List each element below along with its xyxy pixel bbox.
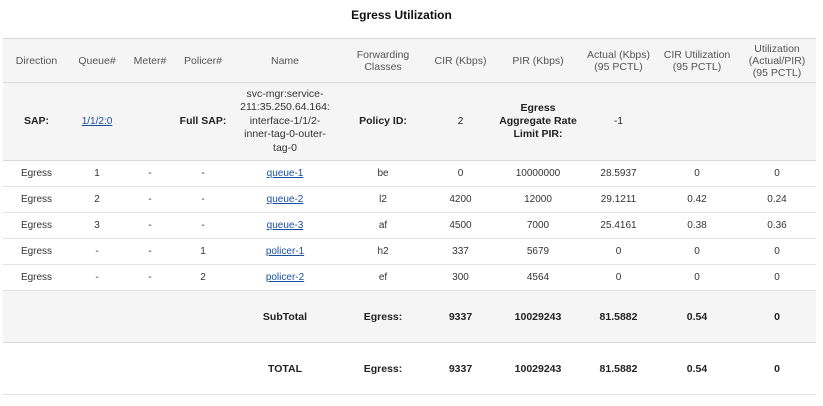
- total-actual: 81.5882: [581, 342, 656, 395]
- cell-pir: 4564: [495, 264, 581, 291]
- cell-util: 0.36: [738, 212, 816, 239]
- cell-queue: -: [70, 238, 124, 265]
- table-row: Egress 1 - - queue-1 be 0 10000000 28.59…: [3, 160, 816, 187]
- cell-queue: 3: [70, 212, 124, 239]
- cell-direction: Egress: [3, 160, 70, 187]
- cell-cir-util: 0.38: [656, 212, 738, 239]
- cell-cir: 4200: [426, 186, 495, 213]
- subtotal-label: SubTotal: [230, 290, 340, 343]
- cell-meter: -: [124, 186, 176, 213]
- cell-direction: Egress: [3, 238, 70, 265]
- sap-link[interactable]: 1/1/2:0: [82, 116, 113, 127]
- cell-cir: 300: [426, 264, 495, 291]
- sap-row: SAP: 1/1/2:0 Full SAP: svc-mgr:service- 2…: [3, 82, 816, 161]
- subtotal-cir-util: 0.54: [656, 290, 738, 343]
- subtotal-pir: 10029243: [495, 290, 581, 343]
- cell-policer: -: [176, 160, 230, 187]
- cell-cir: 0: [426, 160, 495, 187]
- header-queue: Queue#: [70, 38, 124, 83]
- cell-direction: Egress: [3, 186, 70, 213]
- header-cir-utilization: CIR Utilization (95 PCTL): [656, 38, 738, 83]
- cell-pir: 12000: [495, 186, 581, 213]
- cell-actual: 0: [581, 264, 656, 291]
- header-policer: Policer#: [176, 38, 230, 83]
- total-cir-util: 0.54: [656, 342, 738, 395]
- cell-actual: 0: [581, 238, 656, 265]
- subtotal-row: SubTotal Egress: 9337 10029243 81.5882 0…: [3, 290, 816, 343]
- policy-id-label: Policy ID:: [340, 82, 426, 161]
- header-utilization: Utilization (Actual/PIR) (95 PCTL): [738, 38, 816, 83]
- cell-actual: 29.1211: [581, 186, 656, 213]
- cell-queue: 2: [70, 186, 124, 213]
- total-cir: 9337: [426, 342, 495, 395]
- cell-policer: -: [176, 212, 230, 239]
- cell-direction: Egress: [3, 212, 70, 239]
- queue-3-link[interactable]: queue-3: [267, 220, 304, 231]
- cell-util: 0.24: [738, 186, 816, 213]
- cell-policer: 1: [176, 238, 230, 265]
- cell-util: 0: [738, 264, 816, 291]
- total-label: TOTAL: [230, 342, 340, 395]
- cell-cir-util: 0.42: [656, 186, 738, 213]
- cell-cir-util: 0: [656, 160, 738, 187]
- table-row: Egress - - 2 policer-2 ef 300 4564 0 0 0: [3, 264, 816, 291]
- total-row: TOTAL Egress: 9337 10029243 81.5882 0.54…: [3, 342, 816, 395]
- table-header-row: Direction Queue# Meter# Policer# Name Fo…: [3, 38, 816, 83]
- egress-utilization-table: Direction Queue# Meter# Policer# Name Fo…: [3, 38, 816, 395]
- cell-meter: -: [124, 264, 176, 291]
- policer-1-link[interactable]: policer-1: [266, 246, 304, 257]
- cell-fc: ef: [340, 264, 426, 291]
- cell-pir: 7000: [495, 212, 581, 239]
- full-sap-value: svc-mgr:service- 211:35.250.64.164: interf…: [230, 82, 340, 161]
- cell-util: 0: [738, 160, 816, 187]
- queue-1-link[interactable]: queue-1: [267, 168, 304, 179]
- cell-cir: 4500: [426, 212, 495, 239]
- cell-queue: -: [70, 264, 124, 291]
- cell-cir-util: 0: [656, 264, 738, 291]
- header-name: Name: [230, 38, 340, 83]
- cell-fc: h2: [340, 238, 426, 265]
- header-forwarding-classes: Forwarding Classes: [340, 38, 426, 83]
- total-direction: Egress:: [340, 342, 426, 395]
- header-actual: Actual (Kbps) (95 PCTL): [581, 38, 656, 83]
- header-meter: Meter#: [124, 38, 176, 83]
- cell-fc: be: [340, 160, 426, 187]
- total-pir: 10029243: [495, 342, 581, 395]
- subtotal-actual: 81.5882: [581, 290, 656, 343]
- cell-pir: 5679: [495, 238, 581, 265]
- cell-cir-util: 0: [656, 238, 738, 265]
- header-cir: CIR (Kbps): [426, 38, 495, 83]
- full-sap-label: Full SAP:: [176, 82, 230, 161]
- cell-actual: 25.4161: [581, 212, 656, 239]
- cell-policer: 2: [176, 264, 230, 291]
- egress-rate-value: -1: [581, 82, 656, 161]
- cell-direction: Egress: [3, 264, 70, 291]
- page-title: Egress Utilization: [351, 8, 452, 22]
- cell-meter: -: [124, 160, 176, 187]
- subtotal-cir: 9337: [426, 290, 495, 343]
- cell-meter: -: [124, 238, 176, 265]
- cell-meter: -: [124, 212, 176, 239]
- cell-util: 0: [738, 238, 816, 265]
- egress-rate-label: Egress Aggregate Rate Limit PIR:: [495, 82, 581, 161]
- cell-policer: -: [176, 186, 230, 213]
- cell-pir: 10000000: [495, 160, 581, 187]
- subtotal-util: 0: [738, 290, 816, 343]
- queue-2-link[interactable]: queue-2: [267, 194, 304, 205]
- policer-2-link[interactable]: policer-2: [266, 272, 304, 283]
- table-row: Egress 2 - - queue-2 l2 4200 12000 29.12…: [3, 186, 816, 213]
- cell-queue: 1: [70, 160, 124, 187]
- header-pir: PIR (Kbps): [495, 38, 581, 83]
- cell-fc: af: [340, 212, 426, 239]
- policy-id-value: 2: [426, 82, 495, 161]
- cell-actual: 28.5937: [581, 160, 656, 187]
- total-util: 0: [738, 342, 816, 395]
- cell-fc: l2: [340, 186, 426, 213]
- header-direction: Direction: [3, 38, 70, 83]
- sap-label: SAP:: [3, 82, 70, 161]
- subtotal-direction: Egress:: [340, 290, 426, 343]
- cell-cir: 337: [426, 238, 495, 265]
- table-row: Egress 3 - - queue-3 af 4500 7000 25.416…: [3, 212, 816, 239]
- table-row: Egress - - 1 policer-1 h2 337 5679 0 0 0: [3, 238, 816, 265]
